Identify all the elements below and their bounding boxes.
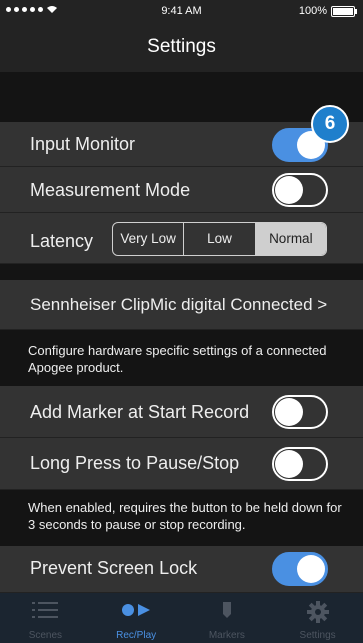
add-marker-row: Add Marker at Start Record bbox=[0, 386, 363, 438]
record-play-icon bbox=[122, 604, 151, 616]
tab-label: Rec/Play bbox=[116, 630, 157, 641]
marker-icon bbox=[222, 602, 231, 618]
measurement-mode-row: Measurement Mode bbox=[0, 167, 363, 213]
device-label: Sennheiser ClipMic digital Connected > bbox=[30, 295, 328, 314]
latency-row: Latency Very Low Low Normal bbox=[0, 213, 363, 264]
list-icon bbox=[32, 602, 59, 618]
notification-badge: 6 bbox=[311, 105, 349, 143]
measurement-mode-label: Measurement Mode bbox=[30, 180, 191, 200]
long-press-toggle[interactable] bbox=[272, 447, 328, 481]
toggle-knob bbox=[275, 398, 303, 426]
device-row[interactable]: Sennheiser ClipMic digital Connected > bbox=[0, 280, 363, 330]
long-press-row: Long Press to Pause/Stop bbox=[0, 438, 363, 490]
latency-option-low[interactable]: Low bbox=[184, 223, 256, 255]
toggle-knob bbox=[275, 176, 303, 204]
long-press-note: When enabled, requires the button to be … bbox=[0, 490, 363, 546]
measurement-mode-toggle[interactable] bbox=[272, 173, 328, 207]
tab-scenes[interactable]: Scenes bbox=[0, 593, 91, 643]
long-press-label: Long Press to Pause/Stop bbox=[30, 453, 240, 473]
tab-bar: Scenes Rec/Play Markers Settings bbox=[0, 593, 363, 643]
add-marker-toggle[interactable] bbox=[272, 395, 328, 429]
prevent-lock-row: Prevent Screen Lock bbox=[0, 546, 363, 593]
prevent-lock-toggle[interactable] bbox=[272, 552, 328, 586]
tab-settings[interactable]: Settings bbox=[272, 593, 363, 643]
device-note: Configure hardware specific settings of … bbox=[0, 330, 363, 386]
prevent-lock-label: Prevent Screen Lock bbox=[30, 558, 198, 578]
section-gap bbox=[0, 264, 363, 280]
page-title: Settings bbox=[0, 22, 363, 72]
tab-label: Markers bbox=[208, 630, 245, 641]
latency-label: Latency bbox=[30, 231, 94, 251]
tab-label: Settings bbox=[299, 630, 336, 641]
tab-rec-play[interactable]: Rec/Play bbox=[91, 593, 182, 643]
latency-segmented-control: Very Low Low Normal bbox=[112, 222, 327, 256]
latency-option-normal[interactable]: Normal bbox=[255, 223, 326, 255]
gear-icon bbox=[306, 601, 329, 623]
toggle-knob bbox=[297, 555, 325, 583]
battery-percent: 100% bbox=[298, 5, 327, 17]
add-marker-label: Add Marker at Start Record bbox=[30, 402, 250, 422]
section-gap bbox=[0, 72, 363, 122]
latency-option-very-low[interactable]: Very Low bbox=[113, 223, 185, 255]
input-monitor-label: Input Monitor bbox=[30, 134, 136, 154]
status-bar: 9:41 AM 100% bbox=[0, 0, 363, 22]
toggle-knob bbox=[275, 450, 303, 478]
tab-markers[interactable]: Markers bbox=[182, 593, 273, 643]
battery-icon bbox=[331, 5, 357, 17]
input-monitor-row: Input Monitor bbox=[0, 122, 363, 167]
tab-label: Scenes bbox=[28, 630, 63, 641]
